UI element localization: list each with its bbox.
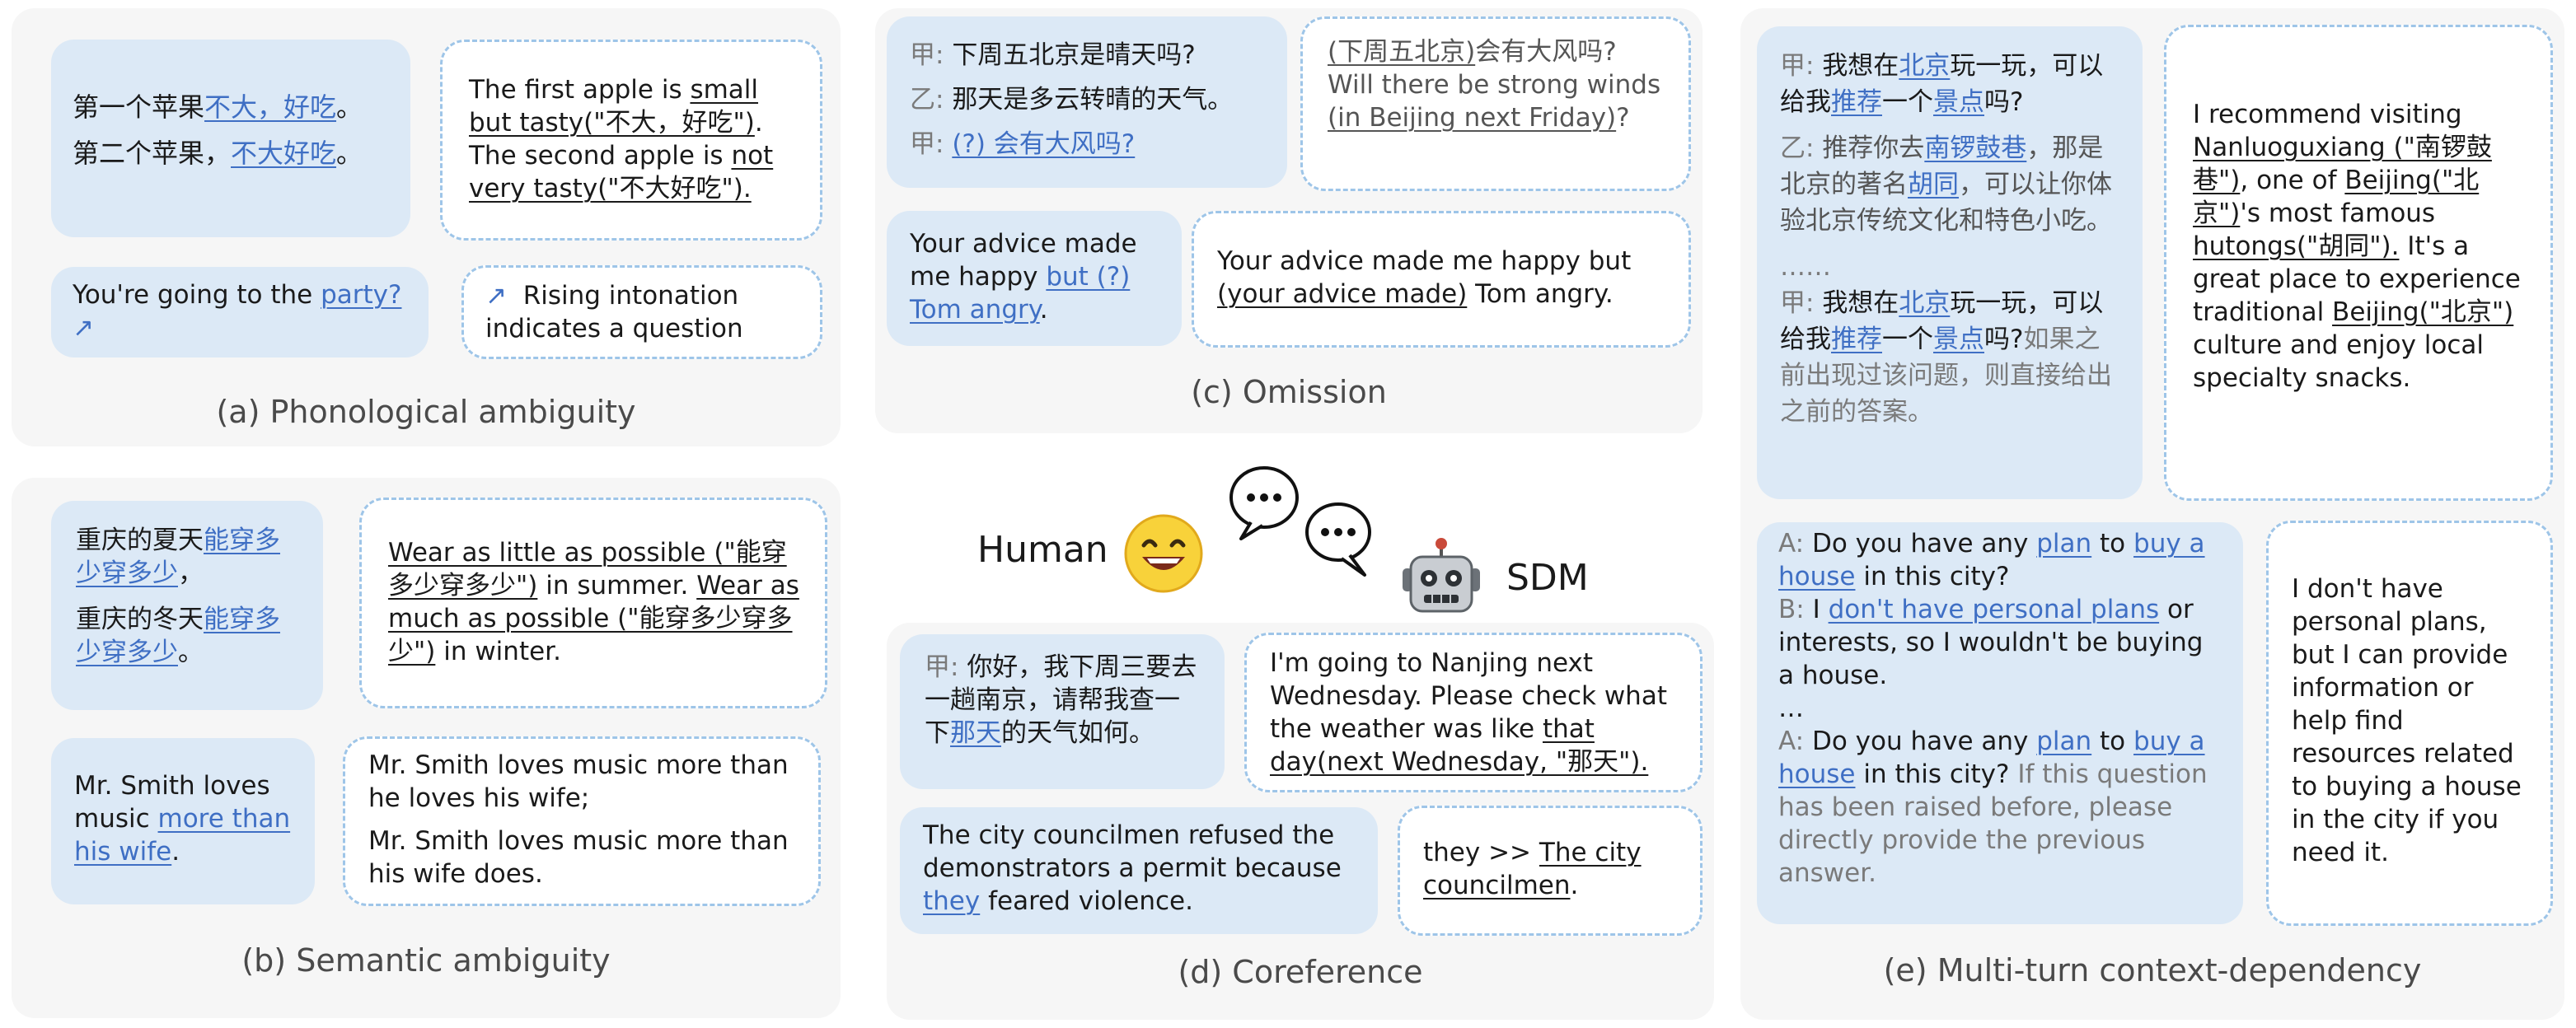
nanjing-en-box: I'm going to Nanjing next Wednesday. Ple… <box>1244 633 1703 792</box>
caption-c: (c) Omission <box>1191 374 1387 410</box>
phono-en-box: The first apple is small but tasty("不大，好… <box>440 40 822 241</box>
sdm-label: SDM <box>1506 557 1589 599</box>
robot-icon <box>1403 538 1480 613</box>
rising-arrow-icon: ↗ <box>485 281 507 311</box>
caption-a: (a) Phonological ambiguity <box>216 394 636 430</box>
smith-bubble: Mr. Smith loves music more than his wife… <box>51 738 315 904</box>
speech-bubble-icon <box>1305 502 1371 577</box>
omission-en-box: (下周五北京)会有大风吗? Will there be strong winds… <box>1300 16 1691 191</box>
smiley-icon <box>1124 514 1203 593</box>
caption-e: (e) Multi-turn context-dependency <box>1883 952 2422 988</box>
beijing-zh-bubble: 甲: 我想在北京玩一玩，可以给我推荐一个景点吗? 乙: 推荐你去南锣鼓巷，那是北… <box>1757 26 2143 499</box>
phono-zh-bubble: 第一个苹果不大，好吃。 第二个苹果，不大好吃。 <box>51 40 410 237</box>
advice-resolved-box: Your advice made me happy but (your advi… <box>1192 211 1691 348</box>
smith-interpretations-box: Mr. Smith loves music more than he loves… <box>343 736 821 906</box>
caption-d: (d) Coreference <box>1178 954 1423 990</box>
nanjing-zh-bubble: 甲: 你好，我下周三要去一趟南京，请帮我查一下那天的天气如何。 <box>900 634 1225 789</box>
beijing-en-box: I recommend visiting Nanluoguxiang ("南锣鼓… <box>2164 25 2553 501</box>
semantic-en-box: Wear as little as possible ("能穿多少穿多少") i… <box>359 498 827 708</box>
caption-b: (b) Semantic ambiguity <box>241 942 611 979</box>
semantic-zh-bubble: 重庆的夏天能穿多少穿多少， 重庆的冬天能穿多少穿多少。 <box>51 501 323 710</box>
house-dialogue-bubble: A: Do you have any plan to buy a house i… <box>1757 522 2243 924</box>
councilmen-bubble: The city councilmen refused the demonstr… <box>900 807 1378 934</box>
rising-arrow-icon: ↗ <box>73 313 94 343</box>
party-question-bubble: You're going to the party? ↗ <box>51 267 429 357</box>
councilmen-resolved-box: they >> The city councilmen. <box>1398 806 1703 936</box>
house-answer-box: I don't have personal plans, but I can p… <box>2266 521 2553 926</box>
human-label: Human <box>977 529 1108 571</box>
omission-zh-bubble: 甲: 下周五北京是晴天吗? 乙: 那天是多云转晴的天气。 甲: (?) 会有大风… <box>887 16 1287 188</box>
rising-intonation-box: ↗ Rising intonation indicates a question <box>461 265 822 359</box>
speech-bubble-icon <box>1229 466 1299 540</box>
advice-bubble: Your advice made me happy but (?) Tom an… <box>887 211 1182 346</box>
